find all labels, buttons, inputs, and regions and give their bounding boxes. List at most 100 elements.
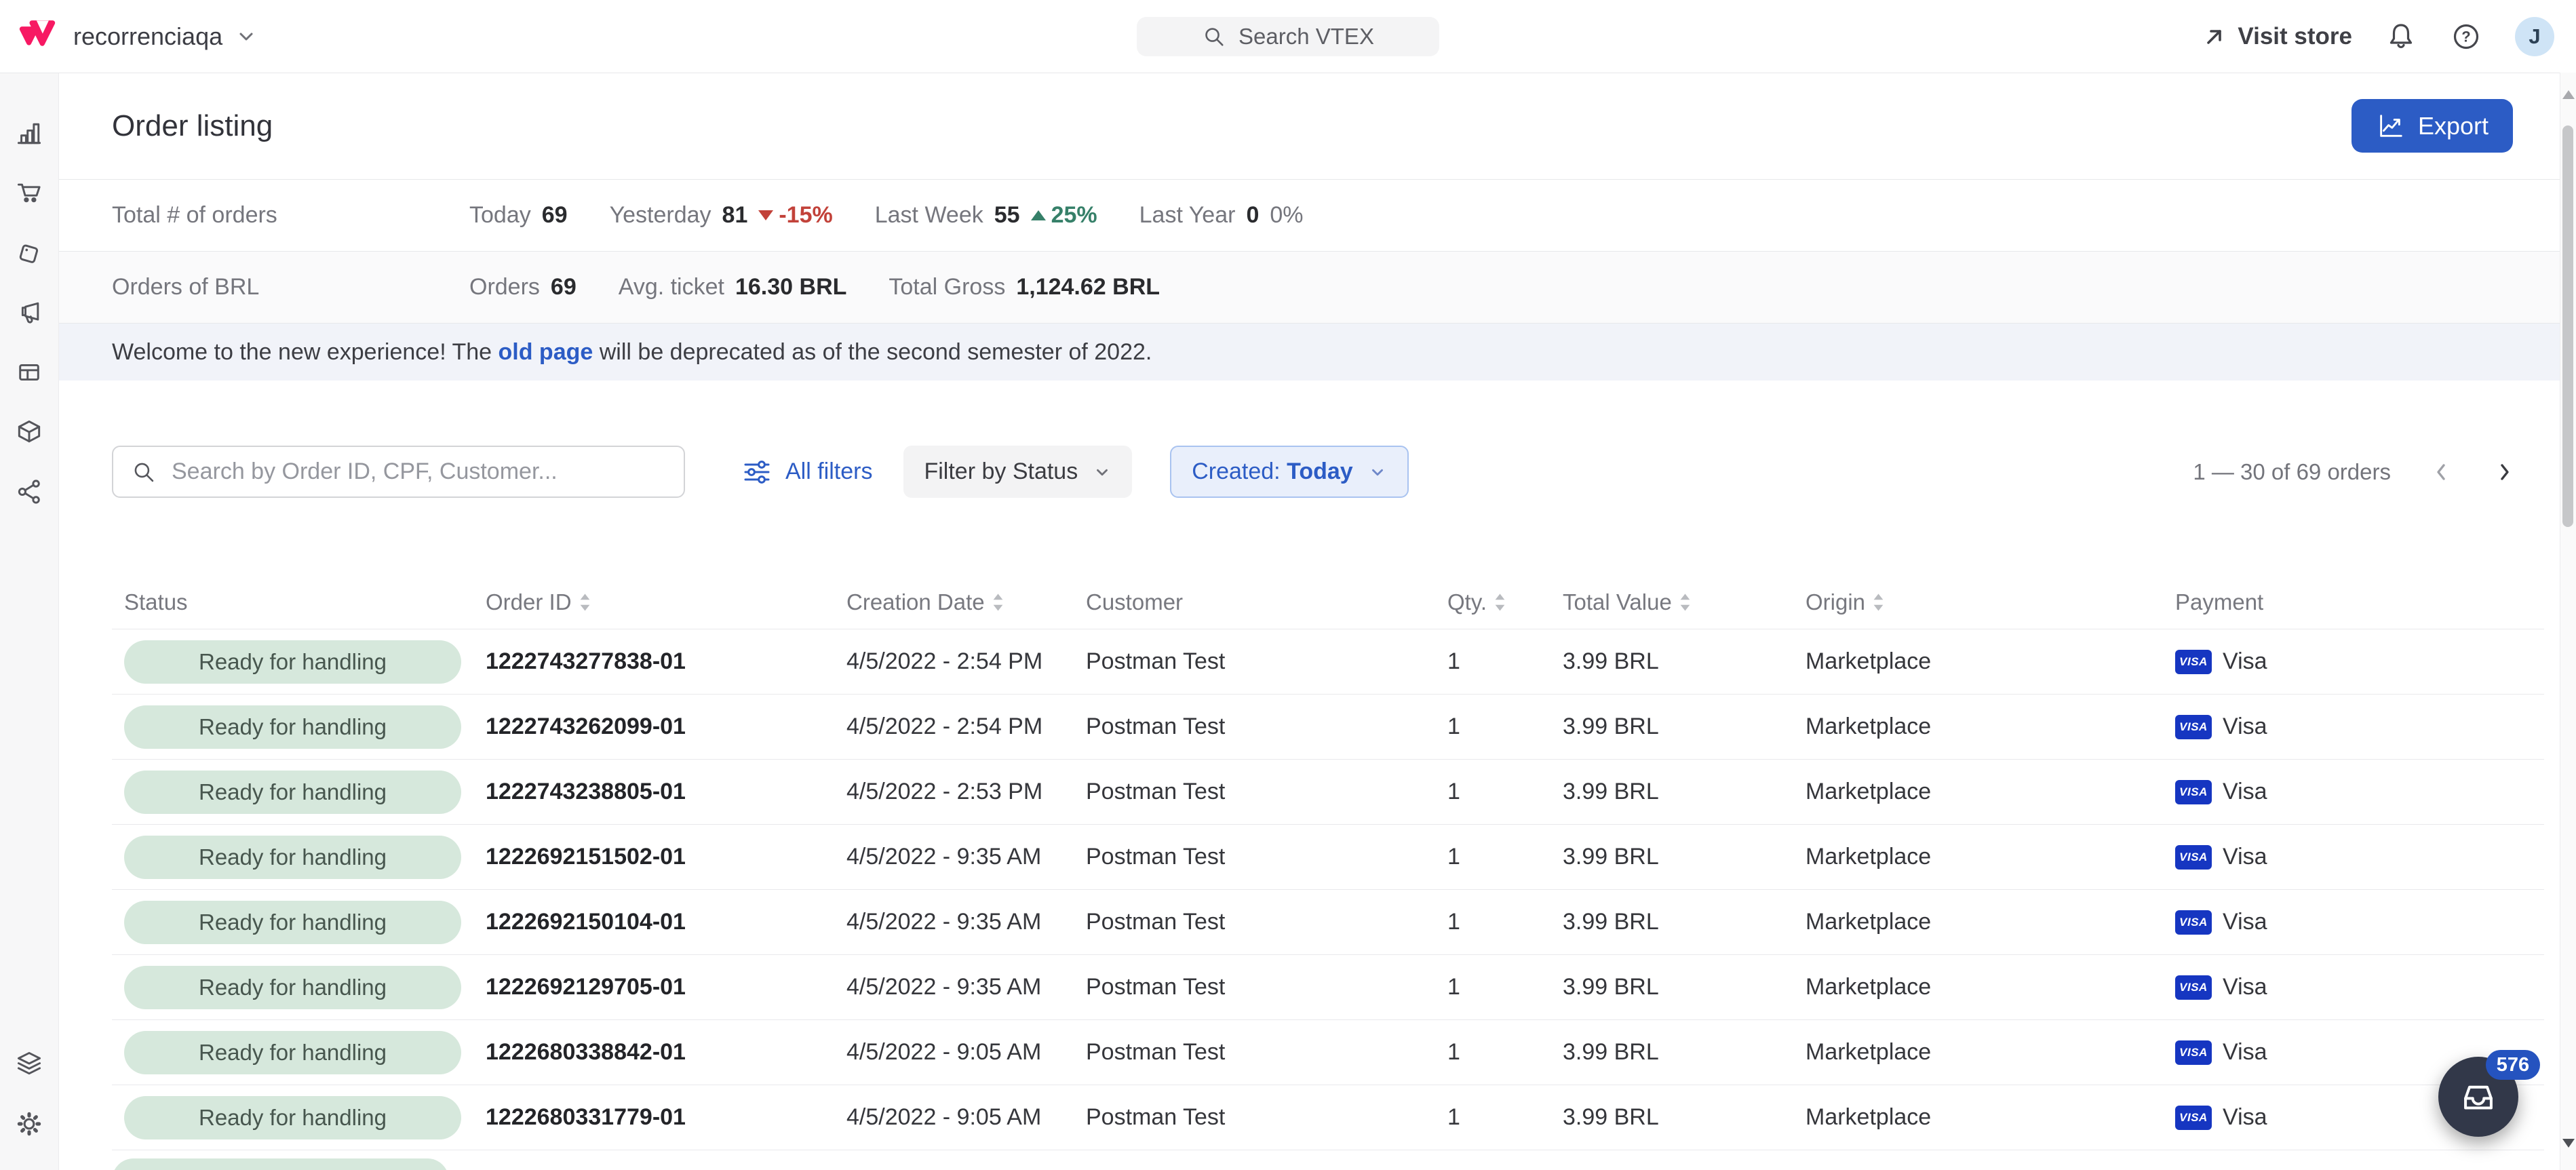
- line-chart-icon: [2376, 112, 2404, 140]
- table-row[interactable]: Ready for handling 1222680331779-01 4/5/…: [112, 1085, 2544, 1150]
- creation-date-cell: 4/5/2022 - 9:35 AM: [833, 974, 1072, 1000]
- status-badge: Ready for handling: [124, 640, 461, 684]
- sidebar-item-analytics[interactable]: [0, 104, 59, 163]
- payment-cell: VISA Visa: [2162, 909, 2544, 935]
- table-row[interactable]: Ready for handling 1222692151502-01 4/5/…: [112, 825, 2544, 890]
- creation-date-cell: 4/5/2022 - 9:35 AM: [833, 909, 1072, 935]
- payment-label: Visa: [2223, 974, 2267, 1000]
- notifications-bell-icon[interactable]: [2385, 20, 2417, 53]
- layers-icon: [14, 1049, 44, 1079]
- qty-cell: 1: [1434, 909, 1549, 935]
- order-search-input[interactable]: [170, 458, 666, 486]
- origin-cell: Marketplace: [1792, 909, 2162, 935]
- created-filter-value: Today: [1287, 459, 1353, 484]
- status-badge: Ready for handling: [124, 1031, 461, 1074]
- topbar: recorrenciaqa Search VTEX Visit store: [0, 0, 2576, 73]
- column-header-order-id[interactable]: Order ID: [472, 589, 833, 615]
- table-row[interactable]: Ready for handling 1222743262099-01 4/5/…: [112, 695, 2544, 760]
- avatar[interactable]: J: [2515, 17, 2554, 56]
- column-header-origin[interactable]: Origin: [1792, 589, 2162, 615]
- scrollbar-thumb[interactable]: [2562, 125, 2573, 527]
- total-value-cell: 3.99 BRL: [1549, 714, 1792, 740]
- qty-cell: 1: [1434, 779, 1549, 805]
- global-search[interactable]: Search VTEX: [1137, 17, 1439, 56]
- chevron-down-icon: [1368, 463, 1387, 482]
- old-page-link[interactable]: old page: [499, 339, 593, 365]
- pagination: 1 — 30 of 69 orders: [2193, 459, 2516, 485]
- cube-icon: [14, 417, 44, 447]
- status-badge: Ready for handling: [124, 836, 461, 879]
- chevron-down-icon: [1093, 463, 1112, 482]
- bar-chart-icon: [14, 119, 44, 149]
- share-icon: [14, 477, 44, 507]
- scroll-down-arrow-icon[interactable]: [2562, 1139, 2575, 1148]
- status-badge: [112, 1158, 449, 1170]
- export-button[interactable]: Export: [2351, 99, 2513, 153]
- triangle-up-icon: [1031, 210, 1046, 220]
- creation-date-cell: 4/5/2022 - 9:35 AM: [833, 844, 1072, 870]
- table-row[interactable]: Ready for handling 1222680338842-01 4/5/…: [112, 1020, 2544, 1085]
- page-header: Order listing Export: [59, 73, 2560, 180]
- customer-cell: Postman Test: [1072, 844, 1434, 870]
- help-icon[interactable]: ?: [2450, 20, 2482, 53]
- sidebar-item-promotions[interactable]: [0, 223, 59, 283]
- scroll-up-arrow-icon[interactable]: [2562, 90, 2575, 99]
- next-page-button[interactable]: [2493, 461, 2516, 484]
- table-row-partial[interactable]: [112, 1150, 2544, 1170]
- sidebar-item-settings[interactable]: [0, 1094, 59, 1154]
- payment-label: Visa: [2223, 1039, 2267, 1066]
- prev-page-button[interactable]: [2430, 461, 2453, 484]
- banner-text-before: Welcome to the new experience! The: [112, 339, 499, 365]
- sliders-icon: [742, 457, 772, 487]
- column-header-qty[interactable]: Qty.: [1434, 589, 1549, 615]
- sidebar-item-marketing[interactable]: [0, 283, 59, 343]
- table-row[interactable]: Ready for handling 1222692150104-01 4/5/…: [112, 890, 2544, 955]
- metric-orders: Orders 69: [469, 274, 577, 300]
- sort-icon: [580, 593, 590, 611]
- table-row[interactable]: Ready for handling 1222692129705-01 4/5/…: [112, 955, 2544, 1020]
- page-title: Order listing: [112, 109, 273, 143]
- sort-icon: [993, 593, 1003, 611]
- welcome-banner: Welcome to the new experience! The old p…: [59, 324, 2560, 381]
- scrollbar-track[interactable]: [2560, 73, 2576, 1170]
- sidebar-item-catalog[interactable]: [0, 402, 59, 462]
- creation-date-cell: 4/5/2022 - 2:53 PM: [833, 779, 1072, 805]
- created-filter-prefix: Created:: [1192, 459, 1280, 484]
- sort-icon: [1680, 593, 1690, 611]
- order-id-cell: 1222692150104-01: [472, 909, 833, 935]
- all-filters-button[interactable]: All filters: [742, 457, 872, 487]
- tag-icon: [14, 238, 44, 268]
- vtex-logo-icon[interactable]: [19, 20, 56, 54]
- chevron-down-icon: [236, 26, 256, 47]
- account-switcher[interactable]: recorrenciaqa: [73, 22, 256, 51]
- gear-icon: [14, 1109, 44, 1139]
- sidebar-item-orders[interactable]: [0, 163, 59, 223]
- visa-badge-icon: VISA: [2175, 650, 2212, 674]
- order-id-cell: 1222692129705-01: [472, 974, 833, 1000]
- visa-badge-icon: VISA: [2175, 975, 2212, 1000]
- layout-icon: [14, 357, 44, 387]
- visa-badge-icon: VISA: [2175, 910, 2212, 935]
- total-value-cell: 3.99 BRL: [1549, 648, 1792, 675]
- payment-label: Visa: [2223, 909, 2267, 935]
- column-header-total-value[interactable]: Total Value: [1549, 589, 1792, 615]
- sidebar-item-storefront[interactable]: [0, 343, 59, 402]
- table-row[interactable]: Ready for handling 1222743238805-01 4/5/…: [112, 760, 2544, 825]
- column-header-creation-date[interactable]: Creation Date: [833, 589, 1072, 615]
- sidebar-item-integrations[interactable]: [0, 462, 59, 522]
- created-filter-dropdown[interactable]: Created: Today: [1170, 446, 1408, 498]
- origin-cell: Marketplace: [1792, 714, 2162, 740]
- visit-store-link[interactable]: Visit store: [2202, 23, 2352, 50]
- sidebar-item-apps[interactable]: [0, 1034, 59, 1094]
- triangle-down-icon: [758, 210, 773, 220]
- stats-label: Orders of BRL: [112, 274, 469, 300]
- main-content: Order listing Export Total # of orders T…: [59, 73, 2560, 1170]
- payment-label: Visa: [2223, 779, 2267, 805]
- payment-label: Visa: [2223, 844, 2267, 870]
- payment-label: Visa: [2223, 714, 2267, 740]
- payment-cell: VISAVisa: [2162, 648, 2544, 675]
- total-value-cell: 3.99 BRL: [1549, 1104, 1792, 1131]
- table-row[interactable]: Ready for handling 1222743277838-01 4/5/…: [112, 629, 2544, 695]
- status-filter-dropdown[interactable]: Filter by Status: [903, 446, 1132, 498]
- order-id-cell: 1222743238805-01: [472, 779, 833, 805]
